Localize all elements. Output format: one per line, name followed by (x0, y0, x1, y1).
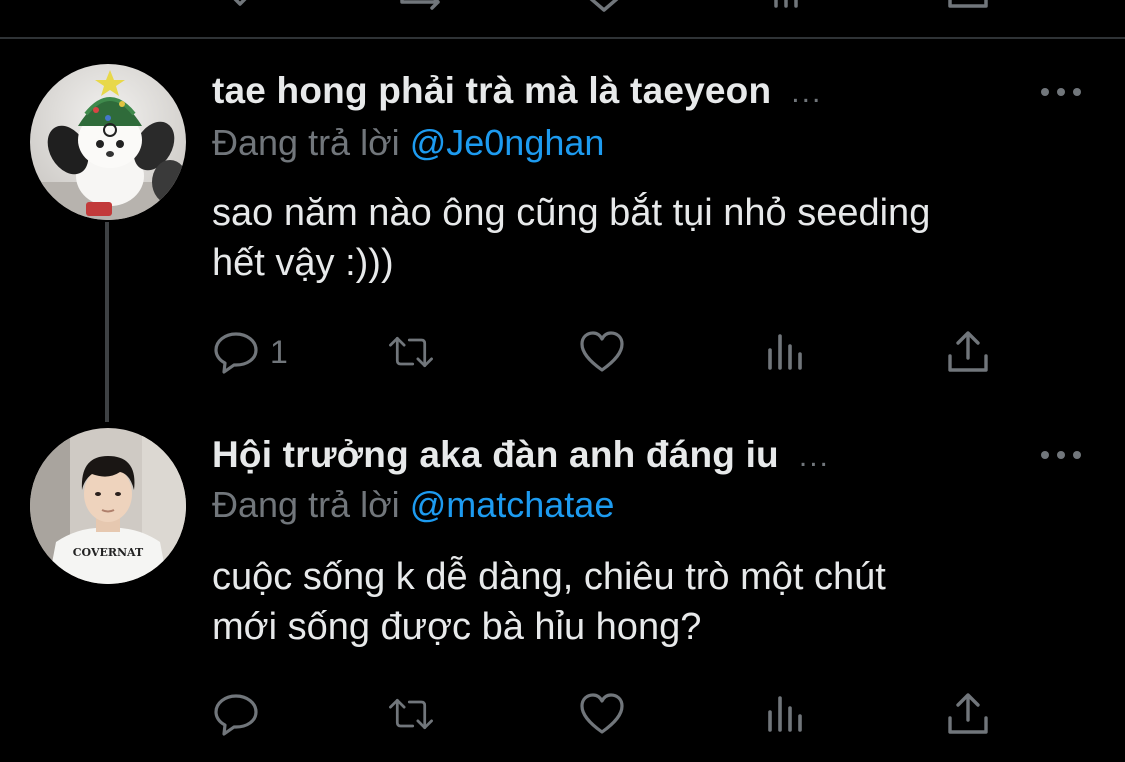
more-icon[interactable] (1041, 445, 1081, 465)
like-button[interactable] (578, 327, 626, 377)
thread-line (105, 222, 109, 422)
tweet-text-line: mới sống được bà hỉu hong? (212, 606, 702, 648)
views-button[interactable] (762, 327, 810, 377)
views-button[interactable] (762, 689, 810, 739)
retweet-button[interactable] (387, 689, 435, 739)
retweet-icon (389, 698, 433, 730)
mention-link[interactable]: @Je0nghan (410, 122, 605, 163)
share-button[interactable] (944, 689, 992, 739)
action-bar (212, 689, 992, 739)
tweet-text-line: cuộc sống k dễ dàng, chiêu trò một chút (212, 556, 886, 598)
avatar[interactable]: COVERNAT (30, 428, 186, 584)
avatar[interactable] (30, 64, 186, 220)
tweet-text-line: sao năm nào ông cũng bắt tụi nhỏ seeding (212, 192, 931, 234)
views-icon (768, 334, 802, 370)
name-ellipsis: ... (798, 440, 830, 473)
tweet-divider (0, 37, 1125, 39)
share-icon (948, 331, 988, 372)
display-name[interactable]: Hội trưởng aka đàn anh đáng iu (212, 434, 779, 476)
name-ellipsis: ... (791, 76, 823, 109)
svg-text:COVERNAT: COVERNAT (73, 546, 144, 559)
tweet-text: cuộc sống k dễ dàng, chiêu trò một chút … (212, 552, 1092, 652)
reply-prefix: Đang trả lời (212, 484, 400, 525)
retweet-icon (389, 336, 433, 368)
replying-to: Đang trả lời @Je0nghan (212, 122, 604, 164)
like-icon (580, 331, 624, 372)
reply-icon (214, 332, 258, 374)
previous-tweet-actions (0, 0, 1125, 12)
action-bar: 1 (212, 327, 992, 377)
retweet-button[interactable] (387, 327, 435, 377)
author-row[interactable]: Hội trưởng aka đàn anh đáng iu ... (212, 430, 830, 480)
more-icon[interactable] (1041, 82, 1081, 102)
author-row[interactable]: tae hong phải trà mà là taeyeon ... (212, 66, 822, 116)
mention-link[interactable]: @matchatae (410, 484, 615, 525)
tweet-text: sao năm nào ông cũng bắt tụi nhỏ seeding… (212, 188, 1092, 288)
reply-button[interactable] (212, 689, 270, 739)
tweet[interactable]: tae hong phải trà mà là taeyeon ... Đang… (0, 40, 1125, 428)
reply-icon (214, 694, 258, 736)
like-button[interactable] (578, 689, 626, 739)
tweet-text-line: hết vậy :))) (212, 242, 394, 284)
replying-to: Đang trả lời @matchatae (212, 484, 614, 526)
reply-count: 1 (270, 333, 288, 370)
share-icon (948, 693, 988, 734)
share-button[interactable] (944, 327, 992, 377)
display-name[interactable]: tae hong phải trà mà là taeyeon (212, 70, 771, 112)
like-icon (580, 693, 624, 734)
reply-prefix: Đang trả lời (212, 122, 400, 163)
views-icon (768, 696, 802, 732)
reply-button[interactable]: 1 (212, 327, 288, 377)
tweet[interactable]: COVERNAT Hội trưởng aka đàn anh đáng iu … (0, 428, 1125, 762)
